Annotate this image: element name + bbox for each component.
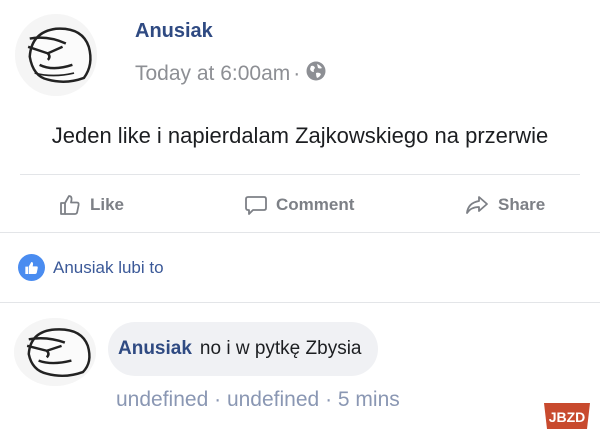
comment-action-1[interactable]: undefined (116, 388, 208, 411)
like-button[interactable]: Like (58, 193, 124, 217)
jbzd-watermark-logo: JBZD (540, 400, 594, 432)
comments-divider (0, 302, 600, 303)
post-author-name[interactable]: Anusiak (135, 20, 213, 43)
svg-text:JBZD: JBZD (549, 409, 586, 425)
post-divider-top (20, 174, 580, 175)
avatar-face-drawing (14, 318, 96, 386)
comment-meta: undefined · undefined · 5 mins (116, 388, 400, 412)
share-button[interactable]: Share (464, 193, 545, 217)
like-reaction-icon (18, 254, 45, 281)
comment-bubble: Anusiak no i w pytkę Zbysia (108, 322, 378, 376)
like-label: Like (90, 195, 125, 214)
globe-icon (305, 60, 327, 88)
share-arrow-icon (466, 196, 488, 214)
post-timestamp[interactable]: Today at 6:00am (135, 62, 290, 86)
reactions-summary-text: Anusiak lubi to (53, 257, 164, 277)
share-label: Share (498, 195, 546, 214)
comment-icon (245, 196, 267, 215)
comment-meta-separator: · (325, 388, 333, 411)
post-meta: Today at 6:00am · (135, 60, 327, 88)
post-divider-actions (0, 232, 600, 233)
comment-author-avatar[interactable] (14, 318, 96, 386)
comment-button[interactable]: Comment (244, 193, 354, 217)
comment-timestamp[interactable]: 5 mins (338, 388, 400, 411)
meta-separator: · (293, 62, 301, 85)
thumbs-up-icon (60, 195, 80, 215)
comment-author-name[interactable]: Anusiak (118, 338, 192, 360)
comment-meta-separator: · (214, 388, 222, 411)
comment-action-2[interactable]: undefined (227, 388, 319, 411)
comment-label: Comment (276, 195, 355, 214)
reactions-summary[interactable]: Anusiak lubi to (18, 254, 164, 281)
post-author-avatar[interactable] (15, 14, 97, 96)
avatar-face-drawing (15, 14, 97, 96)
comment-text: no i w pytkę Zbysia (199, 338, 362, 359)
post-text: Jeden like i napierdalam Zajkowskiego na… (51, 123, 549, 148)
